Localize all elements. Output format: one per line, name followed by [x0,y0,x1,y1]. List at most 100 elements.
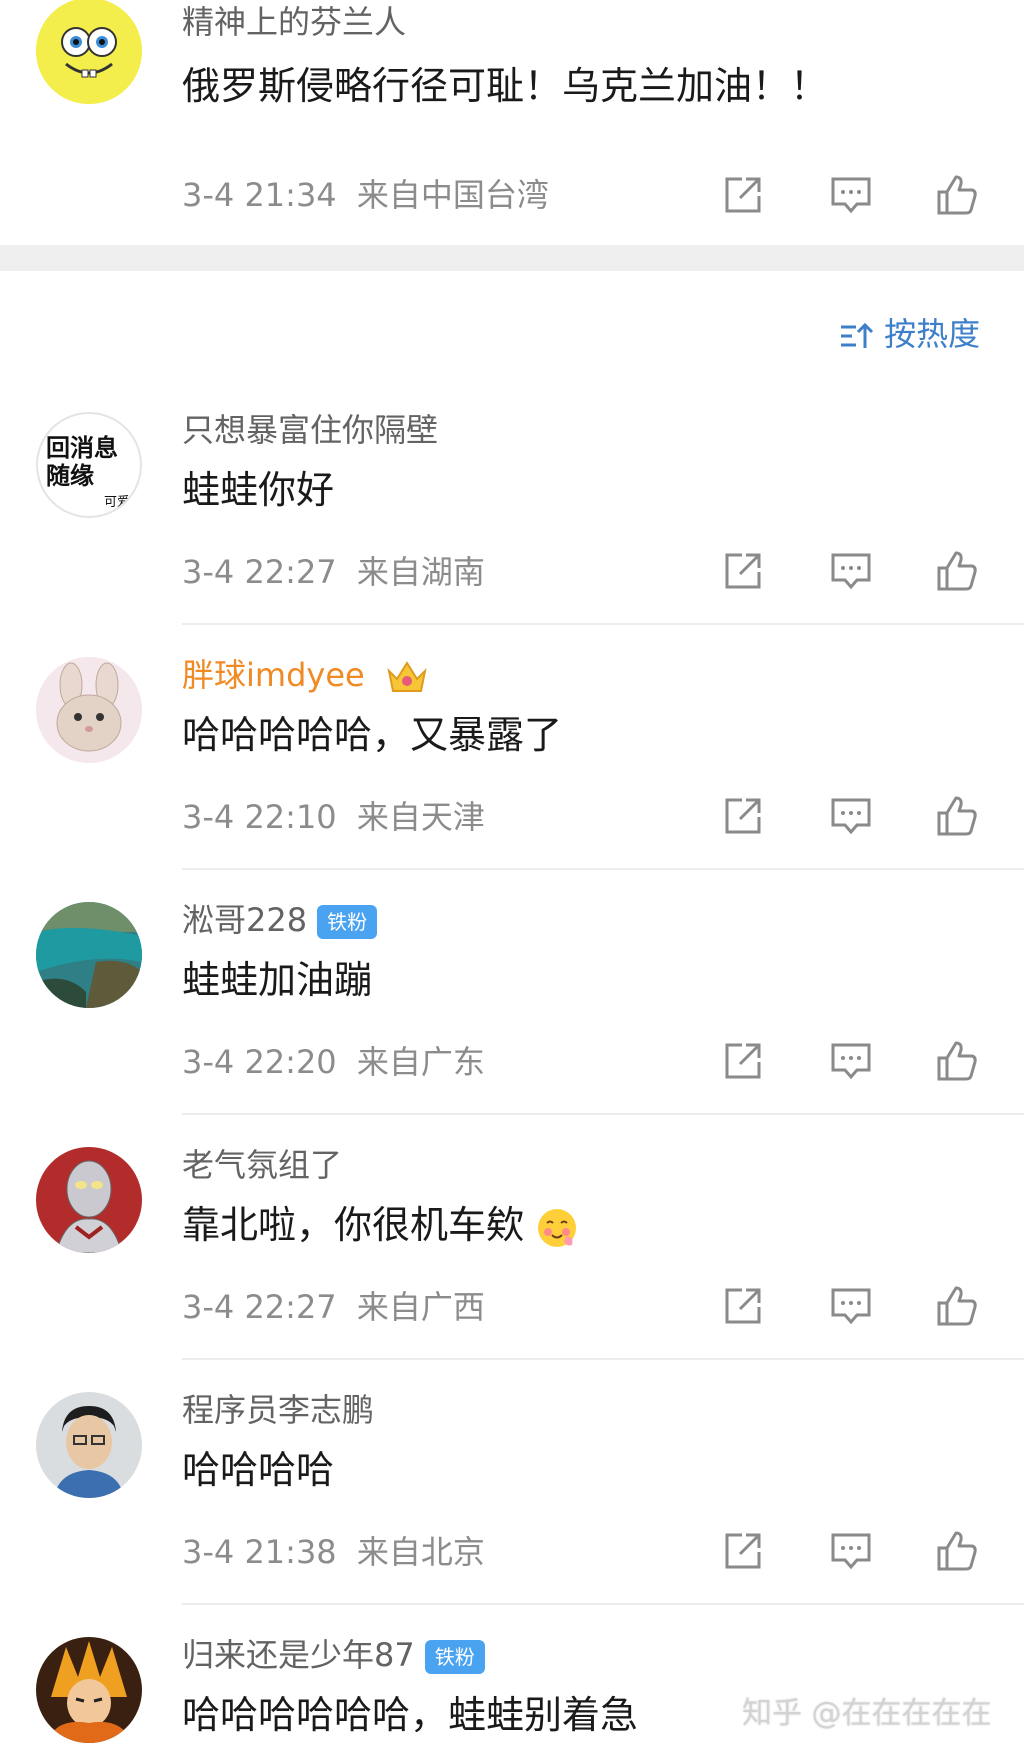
like-button[interactable] [934,793,980,839]
comment-meta: 3-4 22:27 来自广西 [182,1287,485,1327]
section-divider [0,245,1024,271]
divider [182,623,1024,625]
comment-button[interactable] [828,793,874,839]
username[interactable]: 精神上的芬兰人 [182,2,406,42]
username[interactable]: 只想暴富住你隔壁 [182,410,438,450]
username[interactable]: 胖球imdyee [182,655,429,697]
comment-location: 来自天津 [356,798,485,836]
comment-location: 来自湖南 [356,553,485,591]
sort-icon [838,318,874,354]
comment-time: 3-4 22:10 [182,798,337,836]
comment-location: 来自中国台湾 [356,176,549,214]
comment-item: 回消息 随缘 可爱 只想暴富住你隔壁 蛙蛙你好 3-4 22:27 来自湖南 [0,400,1024,625]
avatar[interactable] [36,1147,142,1253]
avatar-text: 回消息 随缘 [46,434,118,490]
avatar[interactable] [36,902,142,1008]
comment-icon [831,798,871,835]
share-button[interactable] [720,1283,766,1329]
share-icon [725,177,761,213]
avatar[interactable] [36,1392,142,1498]
comment-meta: 3-4 21:34 来自中国台湾 [182,175,549,215]
avatar[interactable] [36,0,142,104]
comment-button[interactable] [828,1283,874,1329]
share-button[interactable] [720,1528,766,1574]
comment-text: 俄罗斯侵略行径可耻！乌克兰加油！！ [182,64,829,108]
comment-button[interactable] [828,1038,874,1084]
thumbs-up-icon [937,1041,977,1081]
comment-meta: 3-4 22:10 来自天津 [182,797,485,837]
comment-location: 来自北京 [356,1533,485,1571]
comment-button[interactable] [828,548,874,594]
comment-meta: 3-4 22:20 来自广东 [182,1042,485,1082]
avatar[interactable]: 回消息 随缘 可爱 [36,412,142,518]
crown-icon [385,657,429,697]
sort-label: 按热度 [884,315,981,353]
comment-text: 哈哈哈哈 [182,1448,335,1492]
avatar[interactable] [36,657,142,763]
anime-avatar-icon [36,1637,142,1743]
avatar-small-text: 可爱 [103,495,130,510]
blush-emoji-icon [536,1207,578,1249]
sort-toggle[interactable]: 按热度 [838,310,980,358]
comment-time: 3-4 22:27 [182,1288,337,1326]
coast-avatar-icon [36,902,142,1008]
thumbs-up-icon [937,796,977,836]
share-button[interactable] [720,1038,766,1084]
share-icon [725,798,761,834]
comment-icon [831,1533,871,1570]
like-button[interactable] [934,548,980,594]
comment-item: 淞哥228 铁粉 蛙蛙加油蹦 3-4 22:20 来自广东 [0,890,1024,1115]
username[interactable]: 淞哥228 铁粉 [182,900,378,940]
comment-icon [831,553,871,590]
comment-time: 3-4 21:38 [182,1533,337,1571]
comment-location: 来自广西 [356,1288,485,1326]
comment-time: 3-4 21:34 [182,176,337,214]
share-icon [725,1043,761,1079]
fan-badge: 铁粉 [424,1640,485,1674]
share-icon [725,553,761,589]
comment-meta: 3-4 22:27 来自湖南 [182,552,485,592]
share-button[interactable] [720,793,766,839]
thumbs-up-icon [937,1531,977,1571]
thumbs-up-icon [937,551,977,591]
username[interactable]: 归来还是少年87 铁粉 [182,1635,485,1675]
comment-icon [831,1288,871,1325]
comment-meta: 3-4 21:38 来自北京 [182,1532,485,1572]
share-button[interactable] [720,548,766,594]
comment-text: 哈哈哈哈哈，又暴露了 [182,713,563,757]
share-button[interactable] [720,172,766,218]
bunny-avatar-icon [36,657,142,763]
avatar[interactable] [36,1637,142,1743]
comment-item: 胖球imdyee 哈哈哈哈哈，又暴露了 3-4 22:10 来自天津 [0,645,1024,870]
divider [182,1603,1024,1605]
comment-icon [831,1043,871,1080]
like-button[interactable] [934,172,980,218]
like-button[interactable] [934,1038,980,1084]
like-button[interactable] [934,1528,980,1574]
divider [182,1113,1024,1115]
comment-location: 来自广东 [356,1043,485,1081]
divider [182,868,1024,870]
like-button[interactable] [934,1283,980,1329]
sponge-avatar-icon [36,0,142,104]
fan-badge: 铁粉 [317,905,378,939]
thumbs-up-icon [937,175,977,215]
person-avatar-icon [36,1392,142,1498]
comment-time: 3-4 22:20 [182,1043,337,1081]
comment-item: 程序员李志鹏 哈哈哈哈 3-4 21:38 来自北京 [0,1380,1024,1605]
top-comment: 精神上的芬兰人 俄罗斯侵略行径可耻！乌克兰加油！！ 3-4 21:34 来自中国… [0,0,1024,245]
comment-button[interactable] [828,1528,874,1574]
share-icon [725,1533,761,1569]
comment-button[interactable] [828,172,874,218]
comment-item: 老气氛组了 靠北啦，你很机车欸 3-4 22:27 来自广西 [0,1135,1024,1360]
comment-text: 蛙蛙加油蹦 [182,958,373,1002]
comment-icon [831,177,871,214]
username[interactable]: 程序员李志鹏 [182,1390,374,1430]
username[interactable]: 老气氛组了 [182,1145,342,1185]
thumbs-up-icon [937,1286,977,1326]
comment-text: 哈哈哈哈哈哈，蛙蛙别着急 [182,1693,639,1737]
comment-text: 靠北啦，你很机车欸 [182,1201,578,1249]
hero-avatar-icon [36,1147,142,1253]
share-icon [725,1288,761,1324]
comment-time: 3-4 22:27 [182,553,337,591]
